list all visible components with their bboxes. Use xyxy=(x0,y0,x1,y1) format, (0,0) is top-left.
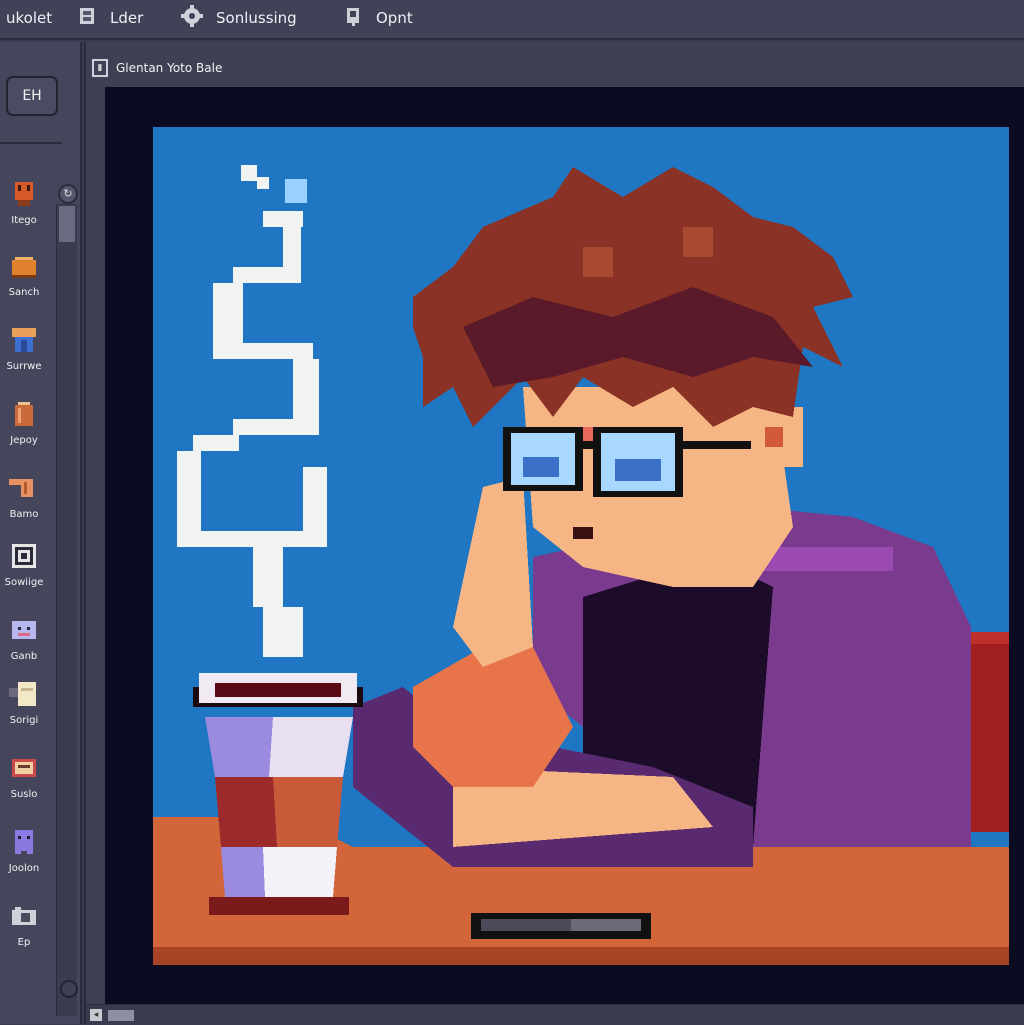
menu-file[interactable]: ukolet xyxy=(6,6,52,30)
tool-label: Itego xyxy=(11,215,37,226)
refresh-icon[interactable]: ↻ xyxy=(58,184,78,204)
paint-pot-icon xyxy=(12,257,36,278)
tool-book[interactable]: Suslo xyxy=(0,749,48,811)
tool-jar[interactable]: Jepoy xyxy=(0,395,48,457)
panel-toggle-button[interactable]: EH xyxy=(6,76,58,116)
tool-paint-pot[interactable]: Sanch xyxy=(0,247,48,309)
pen xyxy=(471,913,651,939)
tool-label: Jepoy xyxy=(10,435,38,446)
menu-file-label: ukolet xyxy=(6,9,53,27)
tool-camera[interactable]: Ep xyxy=(0,897,48,959)
document-icon: ▮ xyxy=(92,59,108,77)
mouth xyxy=(573,527,593,539)
tool-label: Bamo xyxy=(9,509,39,520)
hand-icon xyxy=(9,479,33,497)
scroll-left-icon[interactable]: ◂ xyxy=(90,1009,102,1021)
menu-settings-label: Sonlussing xyxy=(216,9,297,27)
layer-icon xyxy=(76,5,98,32)
tool-shirt[interactable]: Surrwe xyxy=(0,321,48,383)
tool-robot[interactable]: Ganb xyxy=(0,611,48,673)
menu-paint-label: Opnt xyxy=(376,9,413,27)
chair xyxy=(971,632,1009,832)
horizontal-scrollbar[interactable]: ◂ xyxy=(86,1004,1024,1025)
panel-scrollbar[interactable] xyxy=(56,204,77,1016)
book-icon xyxy=(12,759,36,777)
jar-icon xyxy=(15,402,33,426)
robot-icon xyxy=(12,621,36,639)
document-tab[interactable]: ▮ Glentan Yoto Bale xyxy=(86,54,222,82)
frame-icon xyxy=(12,544,36,568)
horizontal-scroll-thumb[interactable] xyxy=(108,1010,134,1021)
menu-layer[interactable]: Lder xyxy=(76,6,143,30)
shirt-icon xyxy=(12,328,36,352)
menu-paint[interactable]: Opnt xyxy=(344,6,413,30)
menu-bar: ukolet Lder Sonlussing Opnt xyxy=(0,0,1024,40)
tool-label: Sorigi xyxy=(9,715,39,726)
tool-label: Ep xyxy=(17,937,31,948)
panel-toggle-label: EH xyxy=(22,88,42,104)
tool-frame[interactable]: Sowiige xyxy=(0,537,48,599)
camera-icon xyxy=(12,907,36,925)
pixel-art-canvas[interactable] xyxy=(153,127,1009,965)
menu-layer-label: Lder xyxy=(110,9,144,27)
tool-label: Joolon xyxy=(8,863,40,874)
document-title: Glentan Yoto Bale xyxy=(116,61,223,75)
tool-label: Sowiige xyxy=(4,577,44,588)
panel-resize-handle[interactable] xyxy=(60,980,78,998)
menu-settings[interactable]: Sonlussing xyxy=(180,4,297,33)
tool-note[interactable]: Sorigi xyxy=(0,675,48,737)
note-icon xyxy=(9,682,36,706)
tool-label: Surrwe xyxy=(6,361,42,372)
canvas-area[interactable] xyxy=(105,87,1024,1004)
tool-label: Ganb xyxy=(10,651,38,662)
panel-divider xyxy=(0,142,62,144)
tool-brush[interactable]: Itego xyxy=(0,175,48,237)
tool-label: Sanch xyxy=(8,287,40,298)
gear-icon xyxy=(180,4,204,33)
paint-bucket-icon xyxy=(344,5,364,32)
brush-icon xyxy=(15,182,33,206)
tool-hand[interactable]: Bamo xyxy=(0,469,48,531)
panel-scroll-thumb[interactable] xyxy=(59,206,75,242)
tool-ghost[interactable]: Joolon xyxy=(0,823,48,885)
ghost-icon xyxy=(15,830,33,854)
tool-label: Suslo xyxy=(10,789,38,800)
document-window: ▮ Glentan Yoto Bale ◂ xyxy=(84,42,1024,1025)
tool-panel: EH ↻ Itego Sanch Surrwe Jepoy Bamo Sowii… xyxy=(0,42,82,1024)
